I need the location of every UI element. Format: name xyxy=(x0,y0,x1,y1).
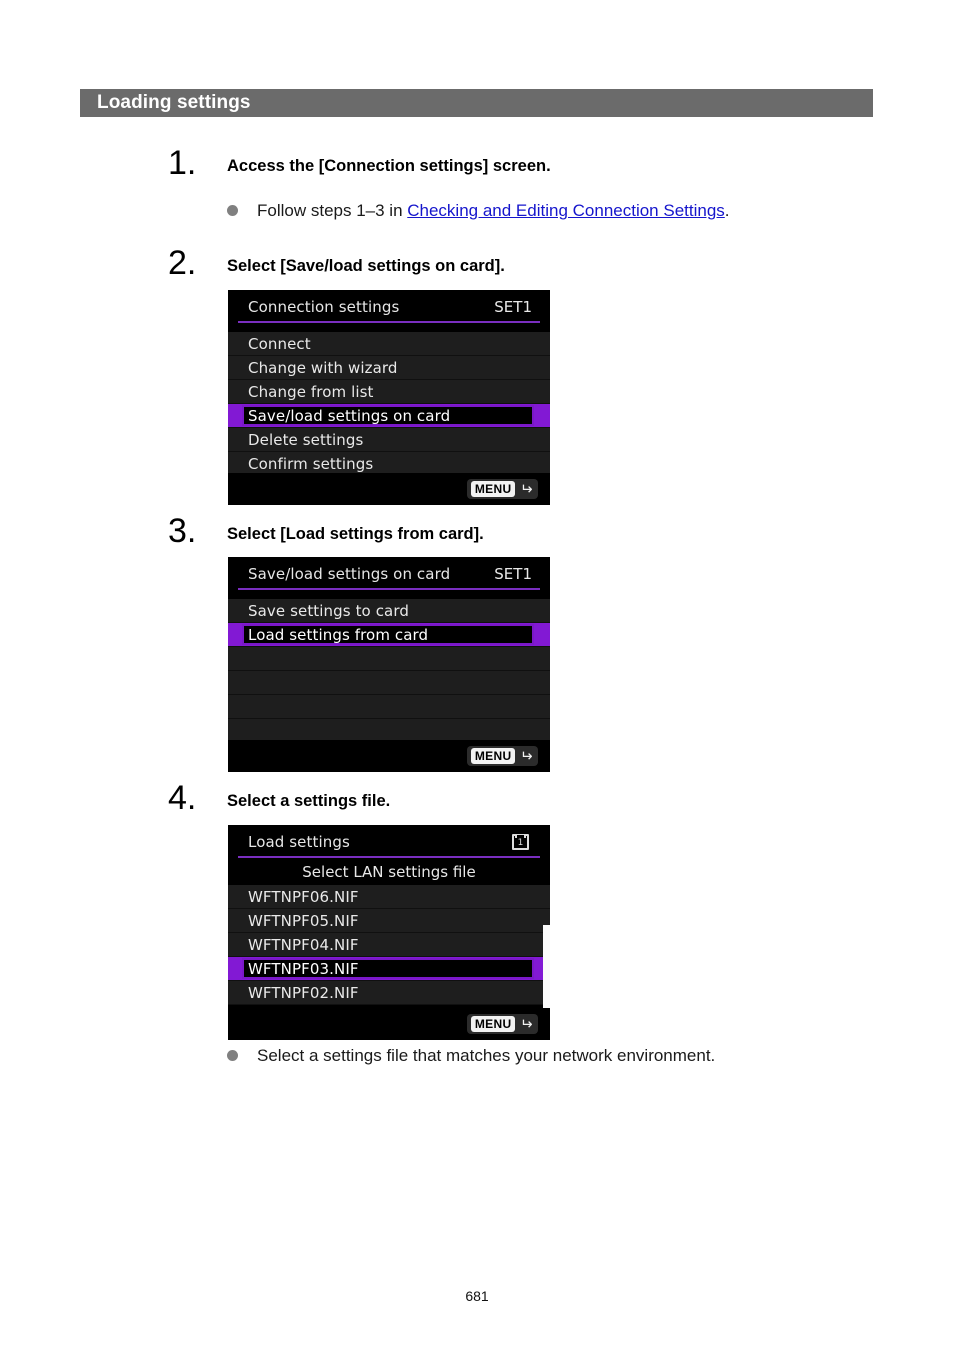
step-3-title: Select [Load settings from card]. xyxy=(227,525,484,543)
menu-button-label: MENU xyxy=(470,1016,516,1032)
menu-item-empty xyxy=(228,695,550,719)
menu-item-label: Delete settings xyxy=(248,430,364,449)
menu-item-label: Change with wizard xyxy=(248,358,398,377)
screen-subheader: Select LAN settings file xyxy=(228,858,550,885)
menu-item-delete-settings[interactable]: Delete settings xyxy=(228,428,550,452)
screen-header-card-slot: 1 xyxy=(512,833,540,850)
list-item[interactable]: WFTNPF05.NIF xyxy=(228,909,550,933)
file-name-label: WFTNPF04.NIF xyxy=(248,935,359,954)
step-1-bullet-text: Follow steps 1–3 in Checking and Editing… xyxy=(257,200,730,221)
file-name-label: WFTNPF05.NIF xyxy=(248,911,359,930)
list-item[interactable]: WFTNPF04.NIF xyxy=(228,933,550,957)
menu-item-empty xyxy=(228,671,550,695)
menu-list: Save settings to card Load settings from… xyxy=(228,599,550,743)
camera-screen-connection-settings: Connection settings SET1 Connect Change … xyxy=(228,290,550,505)
screen-footer: MENU ↵ xyxy=(228,1008,550,1040)
list-item[interactable]: WFTNPF02.NIF xyxy=(228,981,550,1005)
screen-header: Save/load settings on card SET1 xyxy=(238,559,540,590)
step-2-title: Select [Save/load settings on card]. xyxy=(227,257,505,275)
step-1-number: 1. xyxy=(168,144,197,182)
file-name-label: WFTNPF02.NIF xyxy=(248,983,359,1002)
list-item-selected[interactable]: WFTNPF03.NIF xyxy=(228,957,550,981)
return-arrow-icon: ↵ xyxy=(520,746,533,765)
file-list: WFTNPF06.NIF WFTNPF05.NIF WFTNPF04.NIF W… xyxy=(228,885,550,1005)
link-checking-editing-connection-settings[interactable]: Checking and Editing Connection Settings xyxy=(407,201,725,220)
page-title: Loading settings xyxy=(97,92,251,113)
step-2-number: 2. xyxy=(168,244,197,282)
file-name-label: WFTNPF06.NIF xyxy=(248,887,359,906)
return-arrow-icon: ↵ xyxy=(520,1014,533,1033)
menu-item-label: Save settings to card xyxy=(248,601,409,620)
page-number: 681 xyxy=(465,1288,489,1304)
menu-item-label: Save/load settings on card xyxy=(248,406,451,425)
menu-item-empty xyxy=(228,647,550,671)
menu-item-label: Connect xyxy=(248,334,311,353)
bullet-dot-icon xyxy=(227,205,238,216)
screen-header-title: Save/load settings on card xyxy=(248,564,451,583)
section-header: Loading settings xyxy=(80,89,873,117)
menu-item-change-with-wizard[interactable]: Change with wizard xyxy=(228,356,550,380)
screen-header-title: Load settings xyxy=(248,832,350,851)
step-3-number: 3. xyxy=(168,512,197,550)
menu-button-label: MENU xyxy=(470,481,516,497)
menu-item-label: Load settings from card xyxy=(248,625,429,644)
step-4-bullet: Select a settings file that matches your… xyxy=(227,1045,715,1066)
screen-header-title: Connection settings xyxy=(248,297,400,316)
list-item[interactable]: WFTNPF06.NIF xyxy=(228,885,550,909)
camera-screen-save-load-settings: Save/load settings on card SET1 Save set… xyxy=(228,557,550,772)
step-4-title: Select a settings file. xyxy=(227,792,391,810)
screen-header-set-label: SET1 xyxy=(494,297,532,316)
step-1-title: Access the [Connection settings] screen. xyxy=(227,157,551,175)
step-4-number: 4. xyxy=(168,779,197,817)
vertical-scrollbar[interactable] xyxy=(543,925,550,1010)
card-slot-1-icon: 1 xyxy=(512,833,529,850)
menu-back-button[interactable]: MENU ↵ xyxy=(466,1014,538,1034)
screen-footer: MENU ↵ xyxy=(228,473,550,505)
menu-back-button[interactable]: MENU ↵ xyxy=(466,479,538,499)
menu-list: Connect Change with wizard Change from l… xyxy=(228,332,550,476)
step-4-bullet-text: Select a settings file that matches your… xyxy=(257,1046,716,1065)
menu-item-load-settings-from-card[interactable]: Load settings from card xyxy=(228,623,550,647)
camera-screen-load-settings: Load settings 1 Select LAN settings file… xyxy=(228,825,550,1040)
bullet-text-suffix: . xyxy=(724,201,730,220)
menu-item-save-settings-to-card[interactable]: Save settings to card xyxy=(228,599,550,623)
menu-item-label: Change from list xyxy=(248,382,374,401)
menu-item-save-load-settings-on-card[interactable]: Save/load settings on card xyxy=(228,404,550,428)
menu-item-label: Confirm settings xyxy=(248,454,374,473)
bullet-text-prefix: Follow steps 1–3 in xyxy=(257,201,408,220)
menu-item-change-from-list[interactable]: Change from list xyxy=(228,380,550,404)
bullet-dot-icon xyxy=(227,1050,238,1061)
screen-footer: MENU ↵ xyxy=(228,740,550,772)
return-arrow-icon: ↵ xyxy=(520,479,533,498)
menu-back-button[interactable]: MENU ↵ xyxy=(466,746,538,766)
screen-header: Load settings 1 xyxy=(238,827,540,858)
file-name-label: WFTNPF03.NIF xyxy=(248,959,359,978)
screen-header-set-label: SET1 xyxy=(494,564,532,583)
card-slot-number: 1 xyxy=(517,837,524,848)
menu-button-label: MENU xyxy=(470,748,516,764)
menu-item-connect[interactable]: Connect xyxy=(228,332,550,356)
screen-header: Connection settings SET1 xyxy=(238,292,540,323)
step-1-bullet: Follow steps 1–3 in Checking and Editing… xyxy=(227,200,730,221)
